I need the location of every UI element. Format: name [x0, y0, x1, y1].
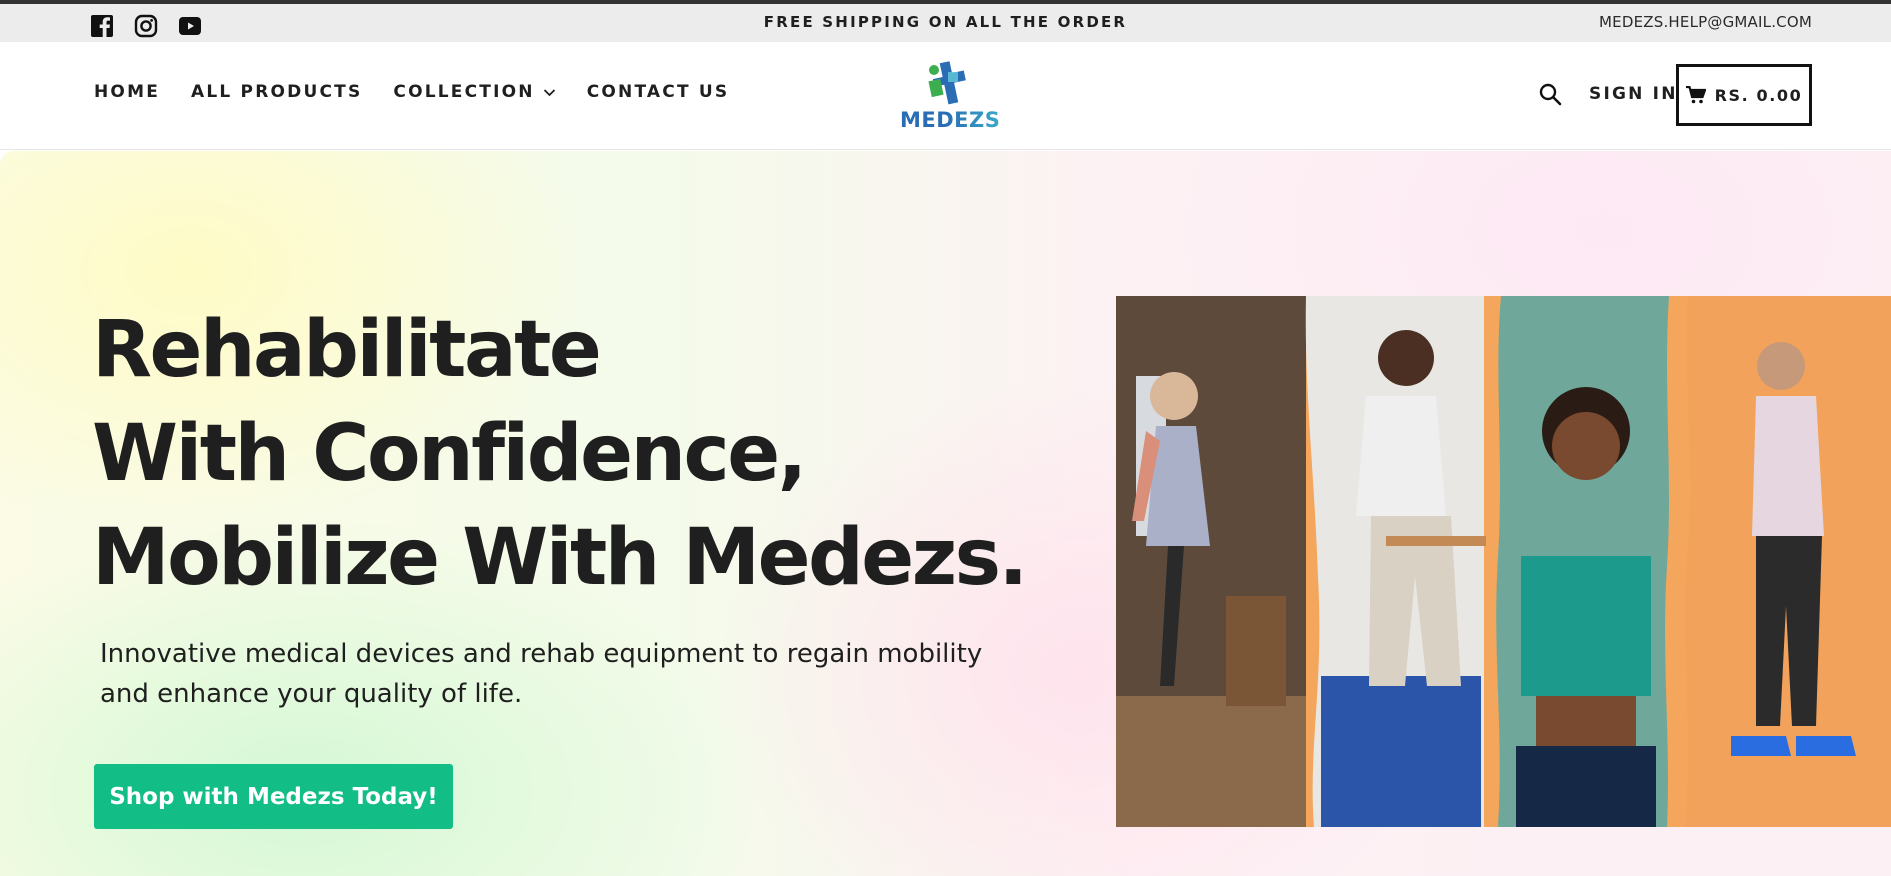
hero-headline-line-1: Rehabilitate [92, 305, 602, 395]
nav-collection[interactable]: COLLECTION [393, 82, 555, 102]
brand-logo[interactable]: MEDEZS [900, 60, 1000, 138]
cart-amount: RS. 0.00 [1714, 85, 1803, 105]
logo-text: MEDEZS [900, 108, 1000, 132]
collage-panel-woman-with-brace [1116, 296, 1306, 827]
hero-headline: Rehabilitate With Confidence, Mobilize W… [92, 298, 1028, 610]
nav-home[interactable]: HOME [94, 82, 160, 102]
nav-contact-us[interactable]: CONTACT US [587, 82, 730, 102]
shop-now-button[interactable]: Shop with Medezs Today! [94, 764, 453, 829]
main-menu: HOME ALL PRODUCTS COLLECTION CONTACT US [94, 82, 729, 102]
nav-contact-us-label: CONTACT US [586, 82, 730, 102]
nav-collection-label: COLLECTION [393, 82, 535, 102]
collage-panel-man-in-exoskeleton [1686, 296, 1891, 827]
nav-all-products[interactable]: ALL PRODUCTS [191, 82, 362, 102]
cart-button[interactable]: RS. 0.00 [1676, 64, 1812, 126]
hero-headline-line-2: With Confidence, [92, 409, 807, 499]
collage-panel-man-with-walker [1305, 296, 1486, 827]
logo-text-value: MEDEZS [900, 108, 1001, 132]
search-icon[interactable] [1538, 82, 1562, 106]
main-header: HOME ALL PRODUCTS COLLECTION CONTACT US … [0, 42, 1891, 150]
logo-mark-icon [928, 61, 966, 105]
hero-section: Rehabilitate With Confidence, Mobilize W… [0, 151, 1891, 876]
hero-image-collage [1116, 296, 1891, 827]
support-email[interactable]: MEDEZS.HELP@GMAIL.COM [1599, 13, 1812, 31]
nav-home-label: HOME [94, 82, 161, 102]
cart-icon [1685, 86, 1706, 104]
nav-all-products-label: ALL PRODUCTS [191, 82, 363, 102]
hero-subtext: Innovative medical devices and rehab equ… [100, 639, 983, 709]
collage-panel-smiling-woman [1496, 296, 1669, 827]
announcement-bar: FREE SHIPPING ON ALL THE ORDER MEDEZS.HE… [0, 4, 1891, 42]
hero-headline-line-3: Mobilize With Medezs. [92, 513, 1028, 603]
sign-in-link[interactable]: SIGN IN [1589, 84, 1678, 104]
chevron-down-icon [543, 88, 555, 96]
